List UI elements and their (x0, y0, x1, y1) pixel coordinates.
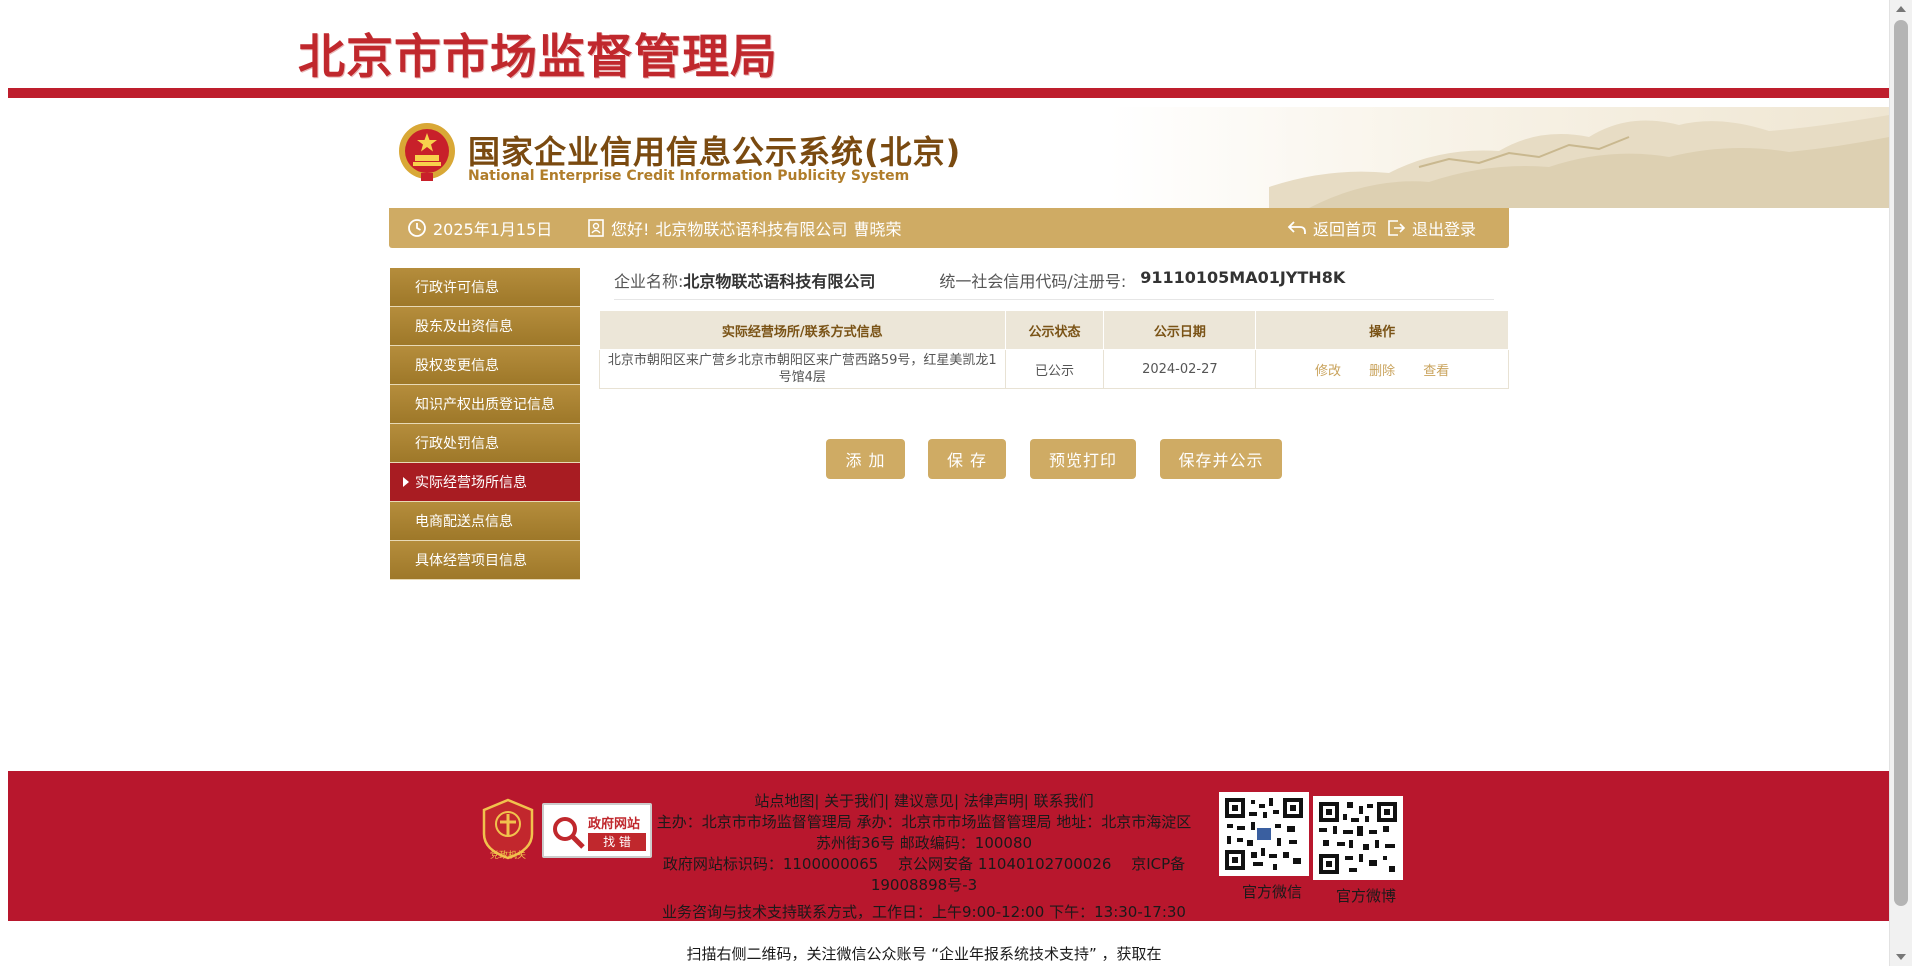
footer-qr-hint: 扫描右侧二维码，关注微信公众账号 “企业年报系统技术支持” ，获取在 (686, 945, 1162, 963)
sidebar-item-label: 行政处罚信息 (415, 436, 499, 452)
edit-link[interactable]: 修改 (1315, 364, 1341, 379)
footer-support-contact: 业务咨询与技术支持联系方式，工作日：上午9:00-12:00 下午：13:30-… (662, 903, 1186, 921)
sidebar-item-label: 知识产权出质登记信息 (415, 397, 555, 413)
wechat-label: 官方微信 (1242, 883, 1303, 901)
red-band-divider (8, 88, 1889, 98)
sidebar-nav: 行政许可信息 股东及出资信息 股权变更信息 知识产权出质登记信息 行政处罚信息 … (390, 268, 580, 580)
clock-icon (408, 219, 426, 237)
table-header-row: 实际经营场所/联系方式信息 公示状态 公示日期 操作 (599, 310, 1509, 350)
view-link[interactable]: 查看 (1423, 364, 1449, 379)
sidebar-item-admin-license[interactable]: 行政许可信息 (390, 268, 580, 307)
current-date: 2025年1月15日 (433, 220, 553, 239)
footer-registration-info: 政府网站标识码：1100000065 京公网安备 11040102700026 … (662, 855, 1186, 894)
cell-date: 2024-02-27 (1103, 349, 1257, 389)
add-button[interactable]: 添 加 (826, 439, 905, 479)
system-title: 国家企业信用信息公示系统(北京) (468, 133, 962, 171)
user-card-icon (588, 219, 604, 237)
user-info-bar: 2025年1月15日 您好! 北京物联芯语科技有限公司 曹晓荣 返回首页 退出登… (389, 208, 1509, 248)
premises-table: 实际经营场所/联系方式信息 公示状态 公示日期 操作 北京市朝阳区来广营乡北京市… (599, 310, 1509, 389)
qr-code-icon (1223, 796, 1305, 872)
scroll-up-arrow-icon[interactable] (1896, 6, 1906, 12)
home-link[interactable]: 返回首页 (1287, 208, 1377, 248)
scrollbar-thumb[interactable] (1894, 20, 1908, 906)
credit-code: 91110105MA01JYTH8K (1140, 268, 1346, 287)
logout-link[interactable]: 退出登录 (1386, 208, 1476, 248)
weibo-label: 官方微博 (1336, 887, 1397, 905)
company-name-label: 企业名称: (614, 272, 684, 291)
magnifier-icon (553, 817, 585, 849)
date-display: 2025年1月15日 (407, 208, 552, 248)
system-header: 国家企业信用信息公示系统(北京) National Enterprise Cre… (389, 107, 1889, 208)
great-wall-background-image (1269, 115, 1889, 208)
vertical-scrollbar[interactable] (1889, 0, 1912, 966)
footer-sponsor-info: 主办：北京市市场监督管理局 承办：北京市市场监督管理局 地址：北京市海淀区苏州街… (656, 813, 1192, 852)
sidebar-item-shareholders[interactable]: 股东及出资信息 (390, 307, 580, 346)
company-name: 北京物联芯语科技有限公司 (683, 272, 876, 291)
sidebar-item-ip-pledge[interactable]: 知识产权出质登记信息 (390, 385, 580, 424)
save-and-publish-button[interactable]: 保存并公示 (1160, 439, 1282, 479)
column-header-status: 公示状态 (1004, 310, 1105, 350)
gov-site-error-report-badge[interactable]: 政府网站 找 错 (542, 803, 652, 858)
wechat-qr-code (1219, 792, 1309, 876)
sidebar-item-equity-change[interactable]: 股权变更信息 (390, 346, 580, 385)
logged-in-company: 北京物联芯语科技有限公司 (655, 220, 848, 239)
sidebar-item-business-items[interactable]: 具体经营项目信息 (390, 541, 580, 580)
column-header-address: 实际经营场所/联系方式信息 (599, 310, 1006, 350)
return-arrow-icon (1287, 221, 1306, 234)
sidebar-item-admin-penalty[interactable]: 行政处罚信息 (390, 424, 580, 463)
sidebar-item-label: 具体经营项目信息 (415, 553, 527, 569)
sidebar-item-label: 实际经营场所信息 (415, 475, 527, 491)
delete-link[interactable]: 删除 (1369, 364, 1395, 379)
sidebar-item-label: 股权变更信息 (415, 358, 499, 374)
gov-site-label: 政府网站 (588, 817, 641, 832)
logout-link-label: 退出登录 (1412, 220, 1477, 239)
find-error-label: 找 错 (588, 833, 646, 851)
save-button[interactable]: 保 存 (928, 439, 1006, 479)
greeting-text: 您好! (611, 220, 650, 239)
sidebar-item-business-premises[interactable]: 实际经营场所信息 (390, 463, 580, 502)
sidebar-item-label: 股东及出资信息 (415, 319, 513, 335)
column-header-actions: 操作 (1255, 310, 1509, 350)
scroll-down-arrow-icon[interactable] (1896, 954, 1906, 960)
table-row: 北京市朝阳区来广营乡北京市朝阳区来广营西路59号，红星美凯龙1号馆4层 已公示 … (599, 349, 1509, 389)
sidebar-item-ecommerce-delivery[interactable]: 电商配送点信息 (390, 502, 580, 541)
cell-address: 北京市朝阳区来广营乡北京市朝阳区来广营西路59号，红星美凯龙1号馆4层 (599, 349, 1006, 389)
page: 北京市市场监督管理局 国家企业信用信息公示系统(北京) National Ent… (0, 0, 1912, 966)
logged-in-user: 曹晓荣 (853, 220, 902, 239)
weibo-qr-code (1313, 796, 1403, 880)
logout-icon (1388, 220, 1406, 236)
preview-print-button[interactable]: 预览打印 (1030, 439, 1136, 479)
user-greeting: 您好! 北京物联芯语科技有限公司 曹晓荣 (587, 208, 901, 248)
footer-links[interactable]: 站点地图| 关于我们| 建议意见| 法律声明| 联系我们 (654, 791, 1194, 812)
sidebar-item-label: 电商配送点信息 (415, 514, 513, 530)
active-caret-icon (403, 477, 409, 487)
home-link-label: 返回首页 (1313, 220, 1378, 239)
national-emblem-icon (399, 123, 455, 181)
bureau-title: 北京市市场监督管理局 (298, 30, 778, 85)
company-summary: 企业名称: 北京物联芯语科技有限公司 统一社会信用代码/注册号: 9111010… (614, 268, 1494, 300)
credit-code-label: 统一社会信用代码/注册号: (939, 272, 1127, 291)
cell-actions: 修改 删除 查看 (1255, 349, 1509, 389)
sidebar-item-label: 行政许可信息 (415, 280, 499, 296)
system-title-english: National Enterprise Credit Information P… (468, 168, 910, 184)
cell-status: 已公示 (1004, 349, 1105, 389)
qr-code-icon (1317, 800, 1399, 876)
party-government-badge-label: 党政机关 (489, 851, 526, 861)
column-header-date: 公示日期 (1103, 310, 1257, 350)
